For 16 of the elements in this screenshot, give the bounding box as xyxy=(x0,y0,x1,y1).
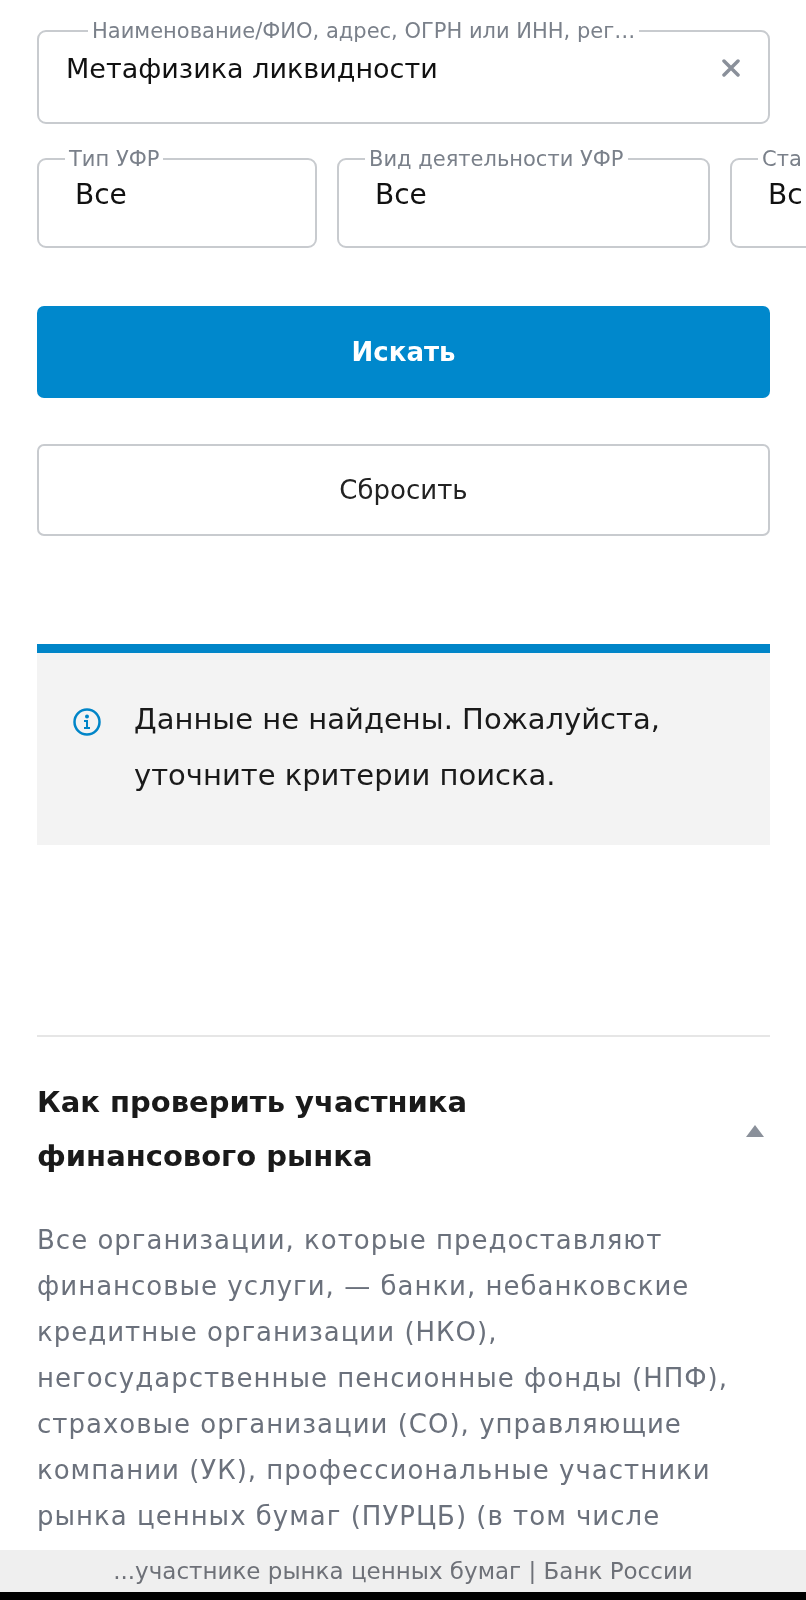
field-label: Ста xyxy=(761,148,803,170)
filter-dropdown[interactable]: Тип УФР Все xyxy=(37,148,317,248)
search-field[interactable]: Наименование/ФИО, адрес, ОГРН или ИНН, рег… Метафизика ликвидности xyxy=(37,20,770,124)
page-title-bar: ...участнике рынка ценных бумаг | Банк России xyxy=(0,1550,806,1592)
alert-message: Данные не найдены. Пожалуйста, уточните критерии поиска. xyxy=(134,701,661,794)
reset-button[interactable]: Сбросить xyxy=(37,444,770,536)
filter-dropdown[interactable]: Вид деятельности УФР Все xyxy=(337,148,710,248)
filter-dropdown[interactable]: Ста Вс xyxy=(730,148,806,248)
clear-icon[interactable] xyxy=(722,59,740,77)
field-label: Вид деятельности УФР xyxy=(368,148,625,170)
search-button[interactable]: Искать xyxy=(37,306,770,398)
section-heading[interactable]: Как проверить участника финансового рынка xyxy=(37,1075,597,1183)
field-label: Тип УФР xyxy=(68,148,161,170)
section-text: Все организации, которые предоставляют финансовые услуги, — банки, небанковские кредитные организации (НКО), негосударственные пенсионные фонды (НПФ), страховые организации (СО), управляющие компании (УК), профессиональные участники рынка ценных бумаг (ПУРЦБ) (в том числе xyxy=(37,1224,730,1533)
info-icon xyxy=(72,707,102,737)
field-label: Наименование/ФИО, адрес, ОГРН или ИНН, рег… xyxy=(91,20,637,42)
